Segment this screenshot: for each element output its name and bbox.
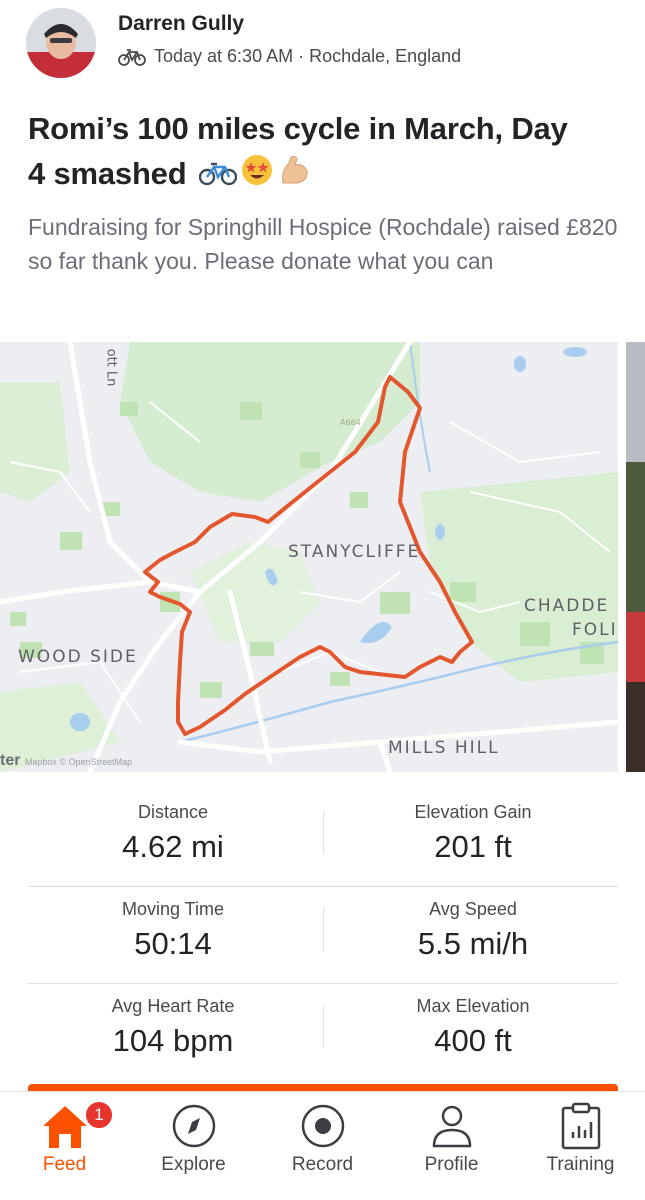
map-label-road: ott Ln	[103, 348, 119, 387]
tab-label: Explore	[161, 1154, 226, 1175]
route-map[interactable]: STANYCLIFFE WOOD SIDE MILLS HILL CHADDE …	[0, 342, 618, 772]
stat-value: 201 ft	[434, 829, 512, 864]
stat-value: 400 ft	[434, 1023, 512, 1058]
stat-avg-heart-rate: Avg Heart Rate 104 bpm	[28, 996, 318, 1059]
stat-label: Moving Time	[121, 899, 225, 919]
stats-row: Distance 4.62 mi Elevation Gain 201 ft	[28, 790, 618, 887]
home-icon	[42, 1106, 87, 1148]
stat-label: Distance	[137, 802, 209, 822]
tab-record[interactable]: Record	[258, 1092, 387, 1200]
map-attribution-text: Mapbox © OpenStreetMap	[24, 757, 133, 767]
map-attribution: ter Mapbox © OpenStreetMap	[0, 752, 132, 770]
stats-row: Avg Heart Rate 104 bpm Max Elevation 400…	[28, 984, 618, 1081]
compass-icon	[172, 1104, 215, 1148]
title-line-1: Romi’s 100 miles cycle in March, Day	[28, 111, 568, 146]
bottom-tab-bar: 1 Feed Explore Record Profile Training	[0, 1091, 645, 1200]
record-icon	[301, 1104, 344, 1148]
tab-label: Profile	[424, 1154, 479, 1175]
title-line-2: 4 smashed	[28, 156, 187, 191]
map-label-road-sign: A664	[340, 418, 361, 427]
bicycle-emoji-icon	[198, 153, 238, 198]
map-label-chadderton: CHADDE	[524, 596, 610, 616]
flexed-biceps-emoji-icon	[277, 153, 311, 199]
stat-divider	[323, 909, 324, 951]
map-attribution-prefix: ter	[0, 752, 21, 769]
stat-max-elevation: Max Elevation 400 ft	[328, 996, 618, 1059]
tab-training[interactable]: Training	[516, 1092, 645, 1200]
stat-moving-time: Moving Time 50:14	[28, 899, 318, 962]
stat-value: 5.5 mi/h	[417, 926, 529, 961]
map-label-mills-hill: MILLS HILL	[388, 738, 500, 758]
map-label-chadderton-fold: FOLI	[572, 620, 618, 640]
tab-profile[interactable]: Profile	[387, 1092, 516, 1200]
activity-title[interactable]: Romi’s 100 miles cycle in March, Day 4 s…	[28, 106, 628, 199]
stat-value: 50:14	[134, 926, 212, 961]
author-name[interactable]: Darren Gully	[118, 12, 244, 36]
bike-icon	[118, 48, 146, 66]
activity-description: Fundraising for Springhill Hospice (Roch…	[28, 214, 618, 274]
stat-label: Avg Speed	[429, 899, 517, 919]
stat-label: Max Elevation	[416, 996, 530, 1016]
stat-label: Elevation Gain	[414, 802, 532, 822]
star-struck-emoji-icon	[241, 153, 273, 198]
stat-divider	[323, 1006, 324, 1048]
map-label-wood-side: WOOD SIDE	[18, 647, 138, 667]
post-timestamp-location: Today at 6:30 AM · Rochdale, England	[154, 46, 462, 66]
tab-feed[interactable]: 1 Feed	[0, 1092, 129, 1200]
stat-value: 4.62 mi	[122, 829, 224, 864]
profile-icon	[432, 1105, 471, 1148]
stat-avg-speed: Avg Speed 5.5 mi/h	[328, 899, 618, 962]
notification-badge: 1	[84, 1100, 114, 1130]
activity-photo[interactable]	[626, 342, 645, 772]
activity-stats: Distance 4.62 mi Elevation Gain 201 ft M…	[28, 790, 618, 1081]
map-label-stanycliffe: STANYCLIFFE	[288, 542, 421, 562]
tab-label: Training	[546, 1154, 615, 1175]
post-header: Darren Gully Today at 6:30 AM · Rochdale…	[0, 0, 645, 100]
post-meta: Today at 6:30 AM · Rochdale, England	[118, 46, 461, 67]
stat-elevation-gain: Elevation Gain 201 ft	[328, 802, 618, 865]
tab-label: Record	[291, 1154, 354, 1175]
stat-divider	[323, 812, 324, 854]
stat-distance: Distance 4.62 mi	[28, 802, 318, 865]
avatar[interactable]	[26, 8, 96, 78]
tab-label: Feed	[42, 1154, 87, 1175]
stat-label: Avg Heart Rate	[111, 996, 235, 1016]
stat-value: 104 bpm	[112, 1023, 234, 1058]
stats-row: Moving Time 50:14 Avg Speed 5.5 mi/h	[28, 887, 618, 984]
training-log-icon	[561, 1102, 600, 1150]
tab-explore[interactable]: Explore	[129, 1092, 258, 1200]
